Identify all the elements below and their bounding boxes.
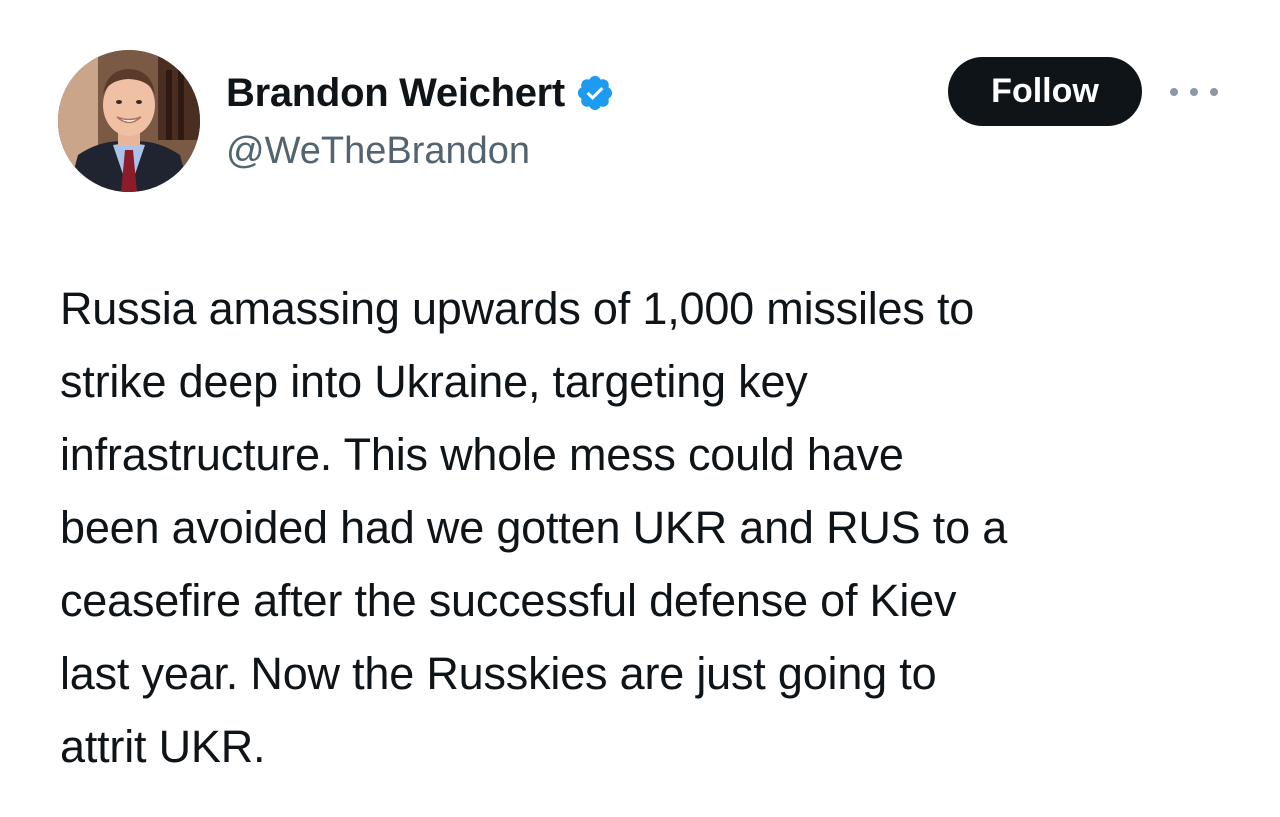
- verified-badge-icon[interactable]: [575, 73, 615, 113]
- more-dot: [1210, 88, 1218, 96]
- tweet-body-text: Russia amassing upwards of 1,000 missile…: [60, 283, 1008, 772]
- author-display-name[interactable]: Brandon Weichert: [226, 71, 565, 116]
- avatar[interactable]: [58, 50, 200, 192]
- author-name-row: Brandon Weichert: [226, 68, 615, 118]
- avatar-photo: [58, 50, 200, 192]
- more-options-icon[interactable]: [1170, 78, 1218, 106]
- more-dot: [1170, 88, 1178, 96]
- more-dot: [1190, 88, 1198, 96]
- tweet-card: Brandon Weichert @WeTheBrandon Follow Ru…: [0, 0, 1280, 817]
- author-handle[interactable]: @WeTheBrandon: [226, 130, 530, 173]
- follow-button[interactable]: Follow: [948, 57, 1142, 126]
